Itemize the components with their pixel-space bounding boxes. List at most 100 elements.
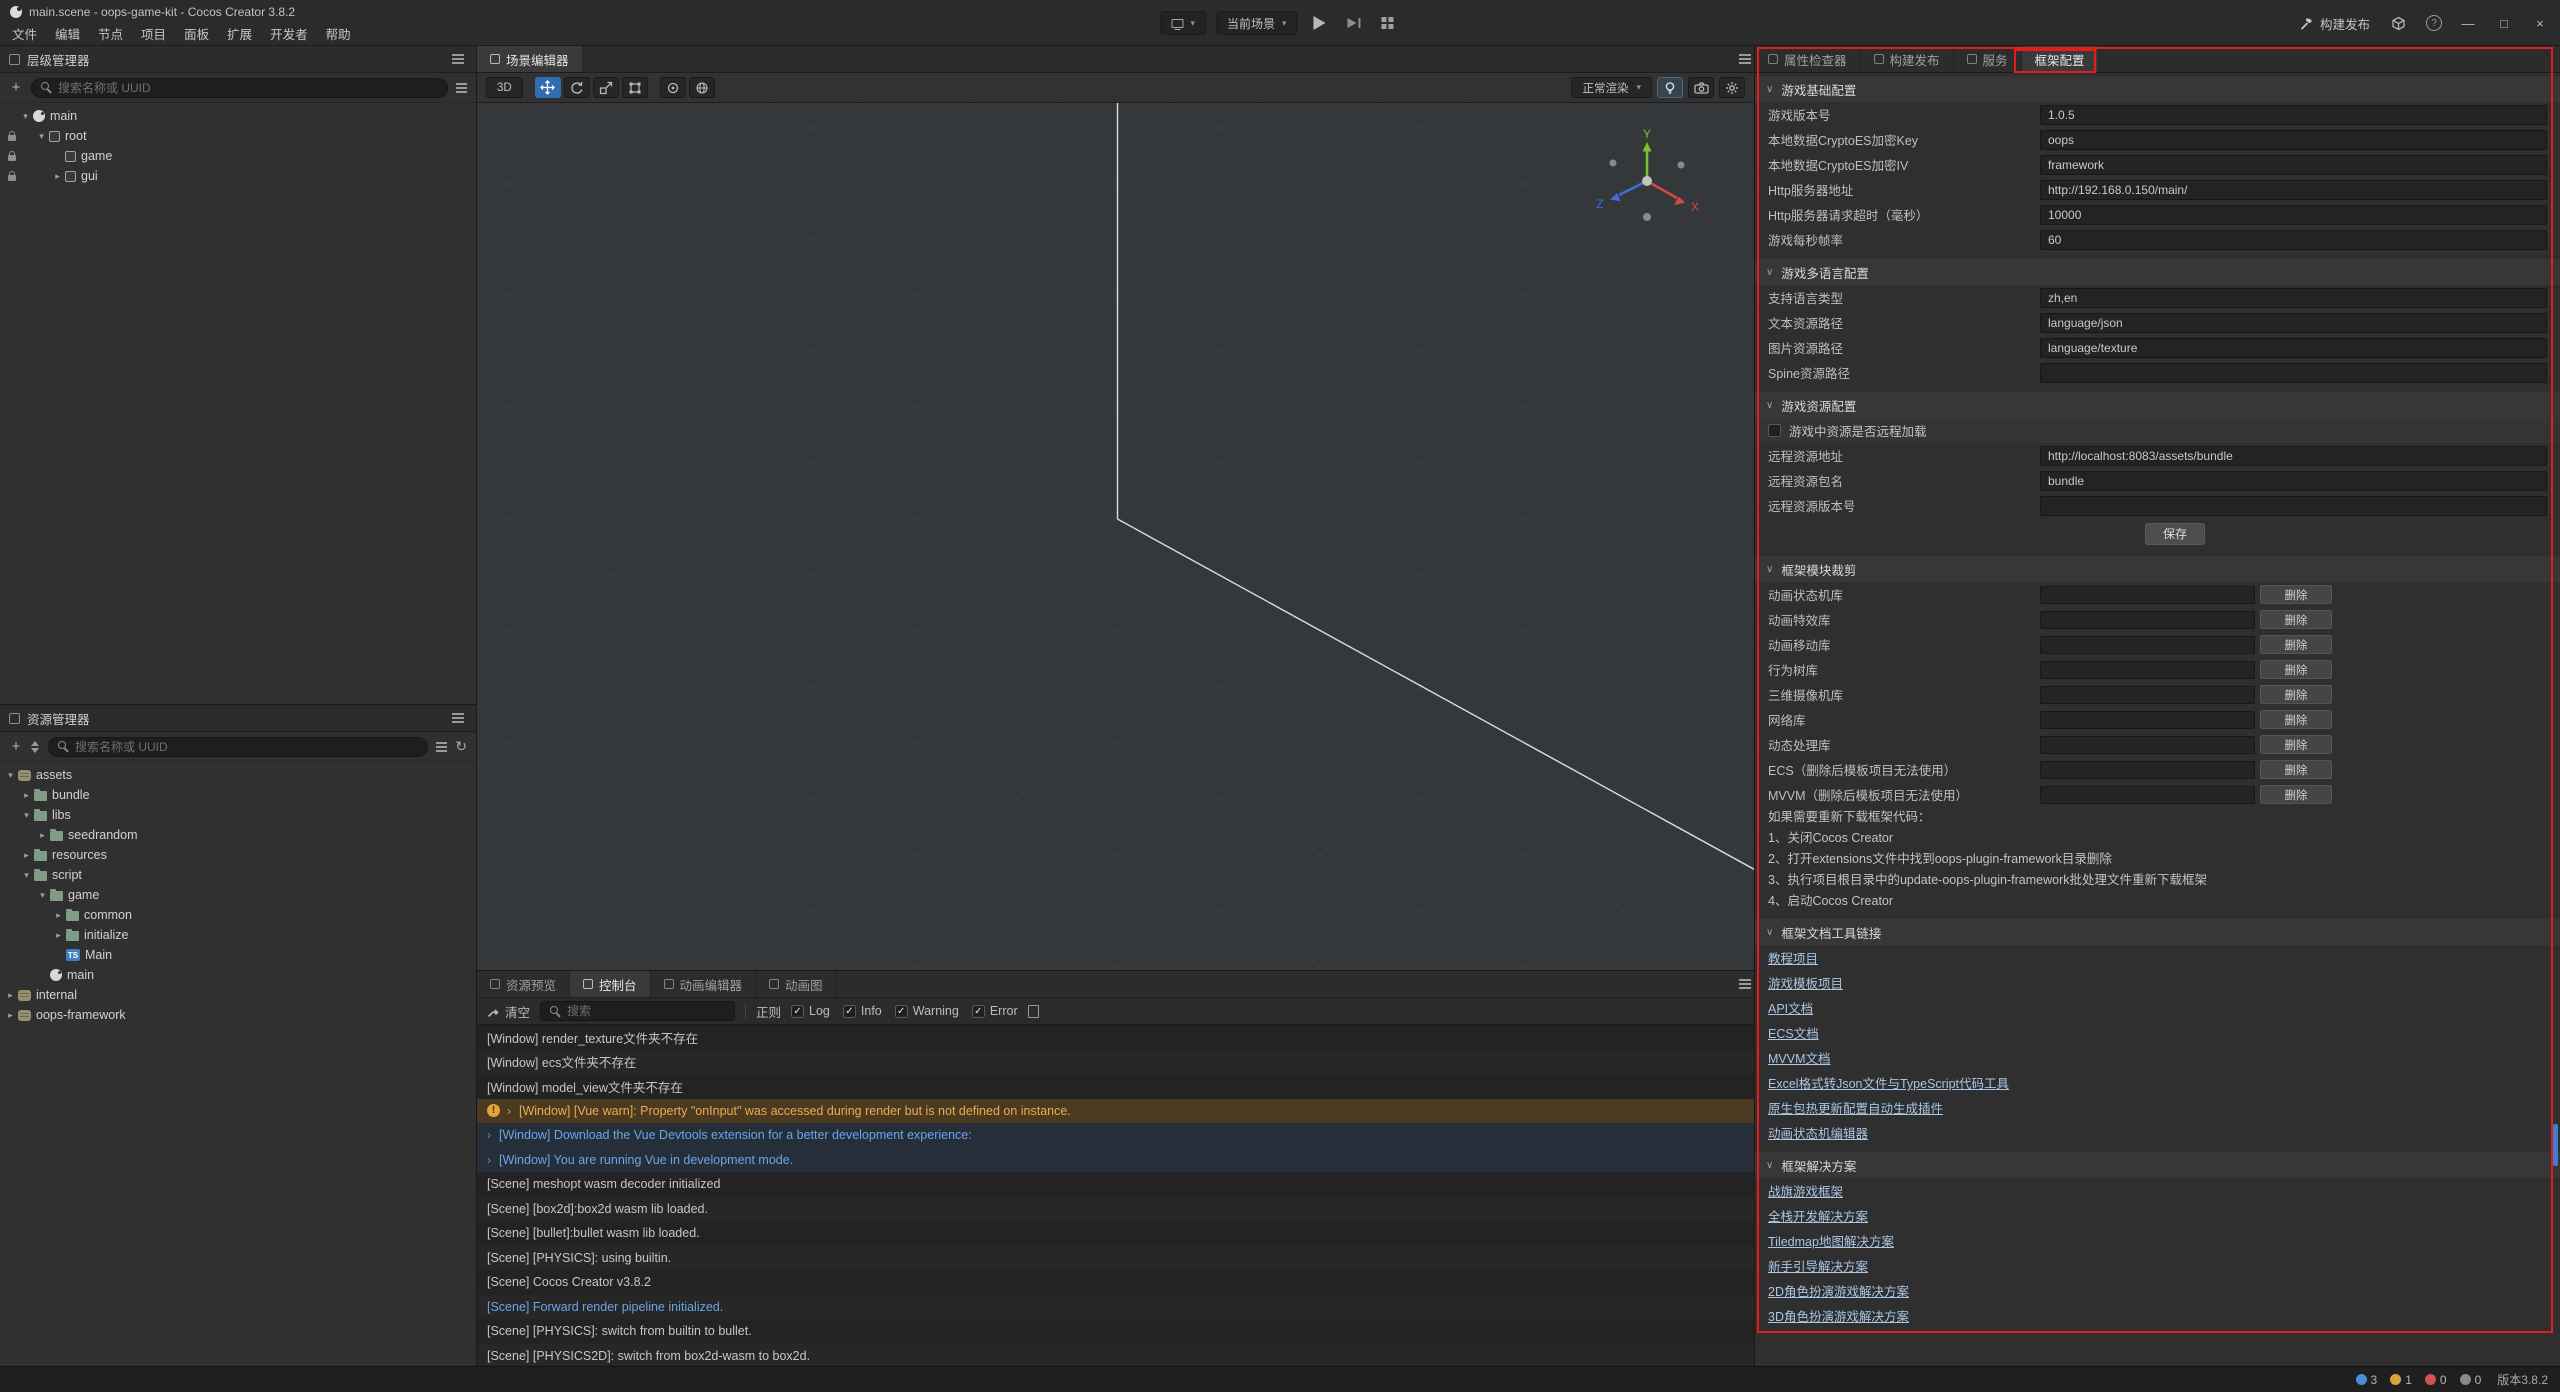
tree-row-root[interactable]: ▾root: [0, 126, 476, 146]
maximize-button[interactable]: □: [2494, 16, 2514, 31]
tree-row-assets[interactable]: ▾assets: [0, 765, 476, 785]
doc-link[interactable]: 动画状态机编辑器: [1768, 1123, 1868, 1142]
doc-link[interactable]: API文档: [1768, 998, 1813, 1017]
menu-item-3[interactable]: 项目: [132, 23, 175, 44]
menu-item-7[interactable]: 帮助: [317, 23, 360, 44]
chevron-right-icon[interactable]: ▸: [52, 910, 65, 921]
tab-scene-editor[interactable]: 场景编辑器: [477, 46, 583, 72]
create-asset-button[interactable]: +: [9, 738, 23, 755]
log-row[interactable]: [Scene] [PHYSICS2D]: switch from box2d-w…: [477, 1344, 1754, 1367]
checkbox-icon[interactable]: ✓: [895, 1005, 908, 1018]
tree-row-game[interactable]: game: [0, 146, 476, 166]
refresh-icon[interactable]: ↻: [455, 738, 467, 755]
doc-link[interactable]: 全栈开发解决方案: [1768, 1206, 1868, 1225]
field-input[interactable]: [2040, 471, 2547, 491]
checkbox-icon[interactable]: ✓: [791, 1005, 804, 1018]
log-row[interactable]: [Window] model_view文件夹不存在: [477, 1074, 1754, 1099]
log-row[interactable]: [Window] ecs文件夹不存在: [477, 1050, 1754, 1075]
chevron-right-icon[interactable]: ▸: [20, 790, 33, 801]
chevron-right-icon[interactable]: ›: [487, 1128, 491, 1142]
chevron-down-icon[interactable]: ▾: [36, 890, 49, 901]
play-button[interactable]: [1308, 11, 1332, 35]
doc-link[interactable]: 2D角色扮演游戏解决方案: [1768, 1281, 1909, 1300]
doc-link[interactable]: ECS文档: [1768, 1023, 1819, 1042]
chevron-down-icon[interactable]: ▾: [20, 870, 33, 881]
chevron-right-icon[interactable]: ›: [507, 1104, 511, 1118]
log-row[interactable]: [Scene] Forward render pipeline initiali…: [477, 1295, 1754, 1320]
trim-input[interactable]: [2040, 586, 2255, 604]
status-count-error[interactable]: 0: [2425, 1373, 2447, 1387]
tree-row-bundle[interactable]: ▸bundle: [0, 785, 476, 805]
delete-button[interactable]: 删除: [2260, 585, 2332, 604]
tree-row-initialize[interactable]: ▸initialize: [0, 925, 476, 945]
trim-input[interactable]: [2040, 661, 2255, 679]
help-icon[interactable]: ?: [2426, 15, 2442, 31]
panel-menu-icon[interactable]: [452, 717, 464, 719]
tree-row-common[interactable]: ▸common: [0, 905, 476, 925]
chevron-right-icon[interactable]: ▸: [4, 990, 17, 1001]
doc-link[interactable]: 战旗游戏框架: [1768, 1181, 1843, 1200]
delete-button[interactable]: 删除: [2260, 660, 2332, 679]
tab-preview[interactable]: 资源预览: [477, 971, 570, 997]
menu-item-2[interactable]: 节点: [89, 23, 132, 44]
menu-item-1[interactable]: 编辑: [46, 23, 89, 44]
rotate-tool-button[interactable]: [564, 77, 590, 98]
pivot-toggle-button[interactable]: [660, 77, 686, 98]
chevron-right-icon[interactable]: ›: [487, 1153, 491, 1167]
light-toggle-button[interactable]: [1657, 77, 1683, 98]
hierarchy-search[interactable]: [31, 78, 448, 98]
axis-gizmo[interactable]: Y X Z: [1582, 129, 1712, 241]
tab-anim-graph[interactable]: 动画图: [756, 971, 837, 997]
menu-item-4[interactable]: 面板: [175, 23, 218, 44]
close-button[interactable]: ×: [2530, 16, 2550, 31]
toggle-3d-button[interactable]: 3D: [486, 77, 523, 98]
log-row[interactable]: [Scene] [bullet]:bullet wasm lib loaded.: [477, 1221, 1754, 1246]
coordinate-toggle-button[interactable]: [689, 77, 715, 98]
filter-info[interactable]: ✓Info: [843, 1004, 882, 1018]
hierarchy-search-input[interactable]: [58, 81, 438, 95]
tab-console[interactable]: 控制台: [570, 971, 651, 997]
log-row[interactable]: [Scene] Cocos Creator v3.8.2: [477, 1270, 1754, 1295]
tab-build-publish[interactable]: 构建发布: [1861, 46, 1954, 72]
create-node-button[interactable]: +: [9, 79, 23, 96]
tab-anim-editor[interactable]: 动画编辑器: [651, 971, 757, 997]
preview-target-select[interactable]: ▾: [1160, 11, 1206, 35]
field-input[interactable]: [2040, 130, 2547, 150]
log-row[interactable]: [Window] render_texture文件夹不存在: [477, 1025, 1754, 1050]
chevron-right-icon[interactable]: ▸: [20, 850, 33, 861]
trim-input[interactable]: [2040, 636, 2255, 654]
delete-button[interactable]: 删除: [2260, 685, 2332, 704]
log-row[interactable]: [Scene] [PHYSICS]: switch from builtin t…: [477, 1319, 1754, 1344]
scene-viewport[interactable]: Y X Z: [477, 103, 1754, 970]
trim-input[interactable]: [2040, 761, 2255, 779]
tree-row-main[interactable]: main: [0, 965, 476, 985]
chevron-right-icon[interactable]: ▸: [36, 830, 49, 841]
tree-row-internal[interactable]: ▸internal: [0, 985, 476, 1005]
menu-item-0[interactable]: 文件: [3, 23, 46, 44]
tab-framework-config[interactable]: 框架配置: [2022, 46, 2099, 72]
tree-row-oops-framework[interactable]: ▸oops-framework: [0, 1005, 476, 1025]
assets-search-input[interactable]: [75, 740, 418, 754]
section-header[interactable]: ∨游戏资源配置: [1755, 392, 2560, 418]
camera-button[interactable]: [1688, 77, 1714, 98]
section-header[interactable]: ∨游戏多语言配置: [1755, 259, 2560, 285]
doc-link[interactable]: Excel格式转Json文件与TypeScript代码工具: [1768, 1073, 2009, 1092]
panel-menu-icon[interactable]: [452, 58, 464, 60]
scrollbar-thumb[interactable]: [2553, 1124, 2558, 1166]
trim-input[interactable]: [2040, 711, 2255, 729]
scene-settings-button[interactable]: [1719, 77, 1745, 98]
log-row[interactable]: [Scene] [box2d]:box2d wasm lib loaded.: [477, 1197, 1754, 1222]
package-icon[interactable]: [2386, 11, 2410, 35]
field-input[interactable]: [2040, 496, 2547, 516]
filter-warning[interactable]: ✓Warning: [895, 1004, 959, 1018]
tree-row-main[interactable]: ▾main: [0, 106, 476, 126]
scene-select[interactable]: 当前场景 ▾: [1216, 11, 1298, 35]
chevron-right-icon[interactable]: ▸: [52, 930, 65, 941]
field-input[interactable]: [2040, 313, 2547, 333]
doc-link[interactable]: 游戏模板项目: [1768, 973, 1843, 992]
field-input[interactable]: [2040, 338, 2547, 358]
tab-service[interactable]: 服务: [1954, 46, 2022, 72]
chevron-down-icon[interactable]: ▾: [20, 810, 33, 821]
log-row[interactable]: [Scene] meshopt wasm decoder initialized: [477, 1172, 1754, 1197]
field-input[interactable]: [2040, 205, 2547, 225]
